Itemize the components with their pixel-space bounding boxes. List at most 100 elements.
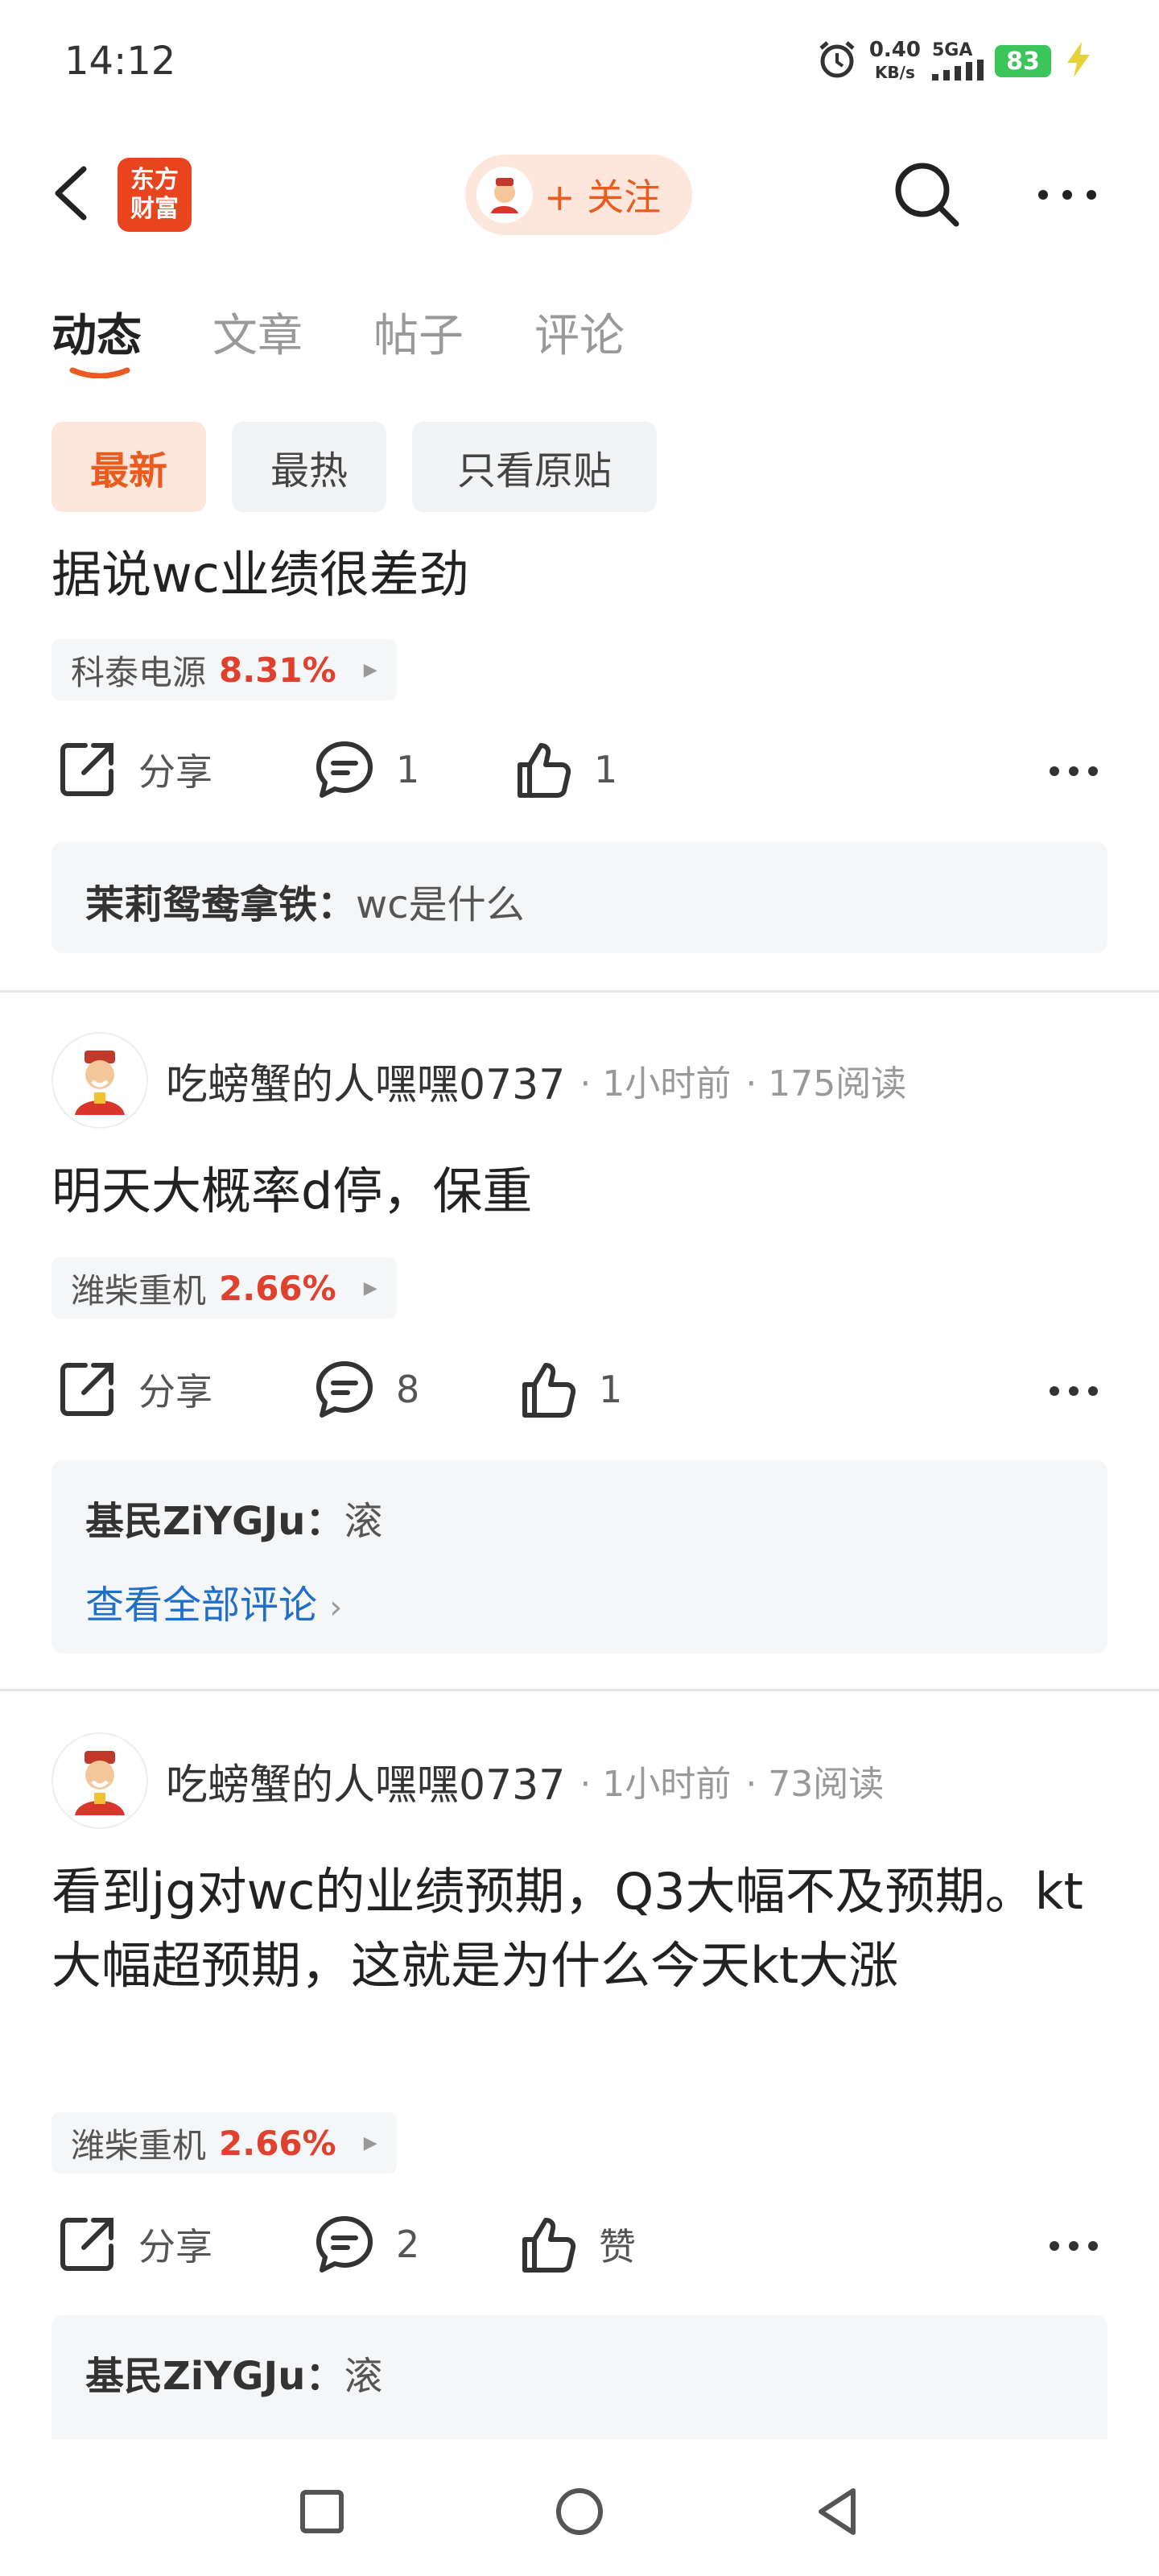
author-name[interactable]: 吃螃蟹的人嘿嘿0737	[166, 1051, 565, 1111]
view-all-label: 查看全部评论	[85, 1583, 318, 1628]
share-button[interactable]: 分享	[56, 1359, 212, 1420]
filter-latest[interactable]: 最新	[52, 422, 206, 512]
comment-author: 基民ZiYGJu：	[85, 2354, 344, 2399]
post-text[interactable]: 看到jg对wc的业绩预期，Q3大幅不及预期。kt大幅超预期，这就是为什么今天kt…	[52, 1855, 1098, 2003]
comment-text: 滚	[344, 2354, 383, 2399]
share-button[interactable]: 分享	[56, 2214, 212, 2275]
charging-icon	[1062, 42, 1095, 80]
post-more-button[interactable]	[1048, 1383, 1099, 1399]
post-time: · 1小时前	[580, 1764, 732, 1805]
share-label: 分享	[138, 2225, 212, 2268]
home-button[interactable]	[547, 2479, 612, 2544]
status-icons: 0.40 KB/s 5GA 83	[816, 39, 1095, 84]
more-dots-icon	[1038, 190, 1096, 200]
author-row[interactable]: 吃螃蟹的人嘿嘿0737 · 1小时前 · 73阅读	[52, 1732, 884, 1829]
stock-change: 2.66%	[219, 1268, 336, 1308]
like-count: 1	[594, 748, 618, 791]
comment-button[interactable]: 8	[314, 1359, 419, 1420]
tab-dynamic[interactable]: 动态	[52, 299, 142, 365]
chevron-right-icon: ›	[329, 1589, 343, 1626]
battery-indicator: 83	[995, 45, 1051, 77]
tab-articles[interactable]: 文章	[212, 299, 303, 365]
comment-count: 8	[396, 1368, 420, 1411]
signal-label: 5GA	[932, 40, 973, 60]
net-speed: 0.40 KB/s	[869, 39, 921, 84]
active-tab-indicator	[69, 367, 130, 378]
filter-hot[interactable]: 最热	[232, 422, 386, 512]
stock-change: 8.31%	[219, 650, 336, 690]
circle-icon	[556, 2488, 603, 2535]
read-count: · 73阅读	[745, 1764, 885, 1805]
author-name[interactable]: 吃螃蟹的人嘿嘿0737	[166, 1751, 565, 1811]
post-more-button[interactable]	[1048, 763, 1099, 779]
top-comment-box[interactable]: 茉莉鸳鸯拿铁：wc是什么	[52, 842, 1107, 953]
more-dots-icon	[1050, 766, 1098, 776]
author-row[interactable]: 吃螃蟹的人嘿嘿0737 · 1小时前 · 175阅读	[52, 1032, 906, 1129]
comment-icon	[316, 2216, 373, 2273]
share-icon	[60, 743, 113, 796]
stock-name: 潍柴重机	[71, 2125, 207, 2165]
app-logo: 东方 财富	[118, 158, 192, 232]
like-button[interactable]: 1	[517, 1359, 622, 1420]
top-comment-box[interactable]: 基民ZiYGJu：滚 查看全部评论 ›	[52, 1460, 1107, 1653]
net-speed-unit: KB/s	[874, 63, 915, 82]
back-button[interactable]	[48, 161, 97, 225]
post-text[interactable]: 据说wc业绩很差劲	[52, 538, 1098, 612]
comment-author: 基民ZiYGJu：	[85, 1499, 344, 1544]
like-button[interactable]: 1	[512, 739, 617, 800]
comment-count: 1	[396, 748, 420, 791]
comment-icon	[316, 1361, 373, 1418]
back-nav-button[interactable]	[805, 2479, 869, 2544]
logo-text-line2: 财富	[130, 195, 179, 223]
share-label: 分享	[138, 750, 212, 794]
play-arrow-icon: ▶	[363, 1278, 377, 1298]
square-icon	[300, 2490, 344, 2533]
alarm-icon	[816, 39, 858, 84]
system-navigation-bar	[0, 2439, 1159, 2576]
post-time: · 1小时前	[580, 1063, 732, 1104]
top-comment: 基民ZiYGJu：滚	[85, 1489, 382, 1546]
signal-indicator: 5GA	[932, 42, 984, 80]
post-text[interactable]: 明天大概率d停，保重	[52, 1154, 1098, 1228]
recent-apps-button[interactable]	[290, 2479, 354, 2544]
net-speed-value: 0.40	[868, 38, 921, 62]
more-dots-icon	[1050, 2241, 1098, 2251]
filter-original-only[interactable]: 只看原贴	[412, 422, 657, 512]
like-button[interactable]: 赞	[517, 2214, 636, 2275]
view-all-comments-link[interactable]: 查看全部评论 ›	[85, 1573, 342, 1629]
back-arrow-icon	[55, 166, 87, 221]
caishen-avatar-icon	[75, 1051, 125, 1115]
share-icon	[60, 2218, 113, 2271]
comment-button[interactable]: 2	[314, 2214, 419, 2275]
like-label: 赞	[599, 2225, 636, 2268]
like-count: 1	[599, 1368, 623, 1411]
more-dots-icon	[1050, 1386, 1098, 1396]
follow-label: + 关注	[544, 175, 662, 219]
top-comment: 基民ZiYGJu：滚	[85, 2344, 382, 2401]
stock-tag[interactable]: 潍柴重机 2.66% ▶	[52, 2112, 397, 2174]
tab-posts[interactable]: 帖子	[373, 299, 464, 365]
comment-author: 茉莉鸳鸯拿铁：	[85, 882, 357, 927]
stock-tag[interactable]: 潍柴重机 2.66% ▶	[52, 1257, 397, 1319]
comment-text: wc是什么	[356, 882, 525, 927]
comment-button[interactable]: 1	[314, 739, 419, 800]
play-arrow-icon: ▶	[363, 2132, 377, 2153]
read-count: · 175阅读	[745, 1063, 907, 1104]
avatar[interactable]	[52, 1732, 148, 1829]
stock-change: 2.66%	[219, 2123, 336, 2163]
more-button[interactable]	[1035, 179, 1099, 211]
tab-comments[interactable]: 评论	[534, 299, 625, 365]
logo-text-line1: 东方	[130, 166, 179, 194]
play-arrow-icon: ▶	[363, 659, 377, 680]
post-more-button[interactable]	[1048, 2238, 1099, 2254]
comment-text: 滚	[344, 1499, 383, 1544]
avatar[interactable]	[52, 1032, 148, 1129]
follow-avatar	[476, 167, 533, 223]
thumbs-up-icon	[522, 1363, 576, 1418]
share-button[interactable]: 分享	[56, 739, 212, 800]
stock-tag[interactable]: 科泰电源 8.31% ▶	[52, 639, 397, 700]
search-button[interactable]	[890, 158, 964, 232]
status-time: 14:12	[64, 39, 176, 84]
follow-button[interactable]: + 关注	[465, 155, 692, 235]
caishen-avatar-icon	[75, 1751, 125, 1815]
